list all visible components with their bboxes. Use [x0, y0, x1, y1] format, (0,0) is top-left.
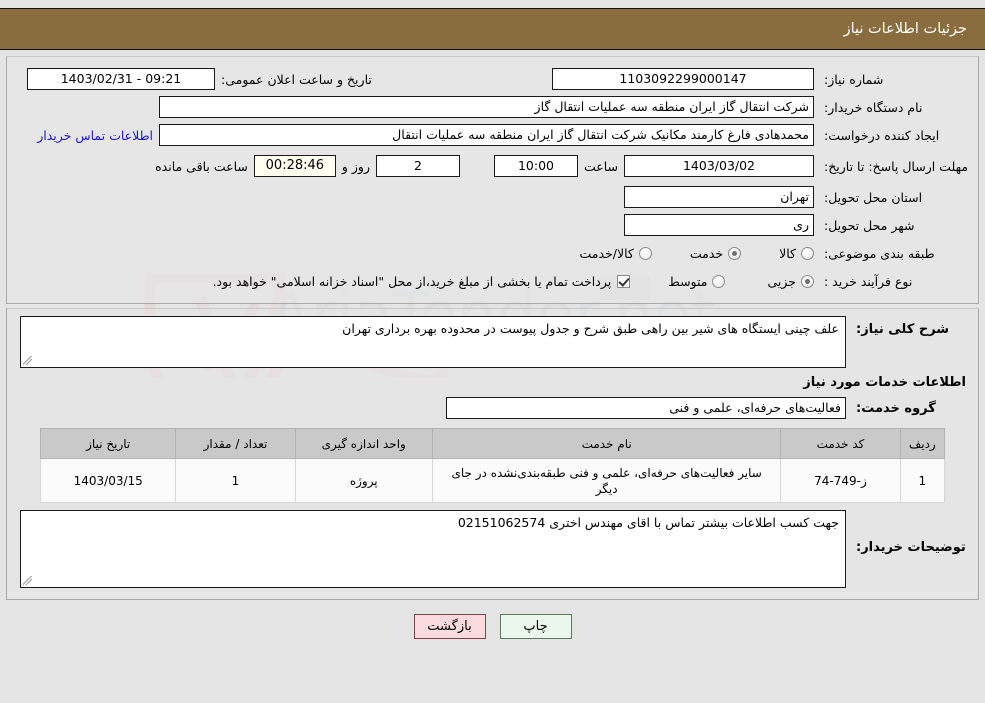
- row-deadline: مهلت ارسال پاسخ: تا تاریخ: 1403/03/02 سا…: [15, 149, 970, 183]
- page-header: جزئیات اطلاعات نیاز: [0, 8, 985, 50]
- radio-khedmat-icon[interactable]: [728, 246, 742, 260]
- cell-code: ز-749-74: [780, 458, 901, 503]
- col-unit: واحد اندازه گیری: [294, 428, 433, 459]
- deadline-label: مهلت ارسال پاسخ: تا تاریخ:: [824, 158, 969, 174]
- row-buyer-notes: توضیحات خریدار: جهت کسب اطلاعات بیشتر تم…: [15, 509, 970, 591]
- radio-kala-khedmat-icon[interactable]: [638, 246, 652, 260]
- cell-name: سایر فعالیت‌های حرفه‌ای، علمی و فنی طبقه…: [431, 458, 782, 503]
- requester-value: محمدهادی فارغ کارمند مکانیک شرکت انتقال …: [159, 124, 814, 146]
- description-label: شرح کلی نیاز:: [856, 322, 950, 337]
- buyer-org-label: نام دستگاه خریدار:: [824, 99, 923, 115]
- row-description: شرح کلی نیاز: علف چینی ایستگاه های شیر ب…: [15, 315, 970, 369]
- buyer-notes-label: توضیحات خریدار:: [856, 540, 966, 555]
- buyer-contact-link[interactable]: اطلاعات تماس خریدار: [37, 128, 153, 143]
- radio-motavaset-icon[interactable]: [712, 274, 726, 288]
- deadline-hour: 10:00: [493, 155, 578, 177]
- category-option-kala-khedmat[interactable]: کالا/خدمت: [579, 245, 652, 261]
- category-option-kala-khedmat-label: کالا/خدمت: [579, 245, 634, 261]
- row-category: طبقه بندی موضوعی: کالا خدمت کالا/خدمت: [15, 239, 970, 267]
- service-group-value: فعالیت‌های حرفه‌ای، علمی و فنی: [446, 397, 846, 419]
- process-label: نوع فرآیند خرید :: [824, 273, 913, 289]
- category-option-khedmat-label: خدمت: [689, 245, 724, 261]
- col-radif: ردیف: [899, 428, 946, 459]
- category-option-khedmat[interactable]: خدمت: [689, 245, 742, 261]
- category-option-kala-label: کالا: [779, 245, 796, 261]
- city-label: شهر محل تحویل:: [824, 217, 915, 233]
- page-title: جزئیات اطلاعات نیاز: [843, 21, 967, 37]
- province-label: استان محل تحویل:: [824, 189, 923, 205]
- page-root: AriaTender.net جزئیات اطلاعات نیاز شماره…: [0, 8, 985, 703]
- print-button[interactable]: چاپ: [499, 614, 572, 639]
- process-option-motavaset-label: متوسط: [668, 273, 708, 289]
- category-option-kala[interactable]: کالا: [779, 246, 814, 261]
- row-province: استان محل تحویل: تهران: [15, 183, 970, 211]
- col-qty: تعداد / مقدار: [175, 428, 296, 459]
- announce-label: تاریخ و ساعت اعلان عمومی:: [221, 71, 372, 87]
- radio-kala-icon[interactable]: [801, 246, 814, 260]
- services-table: ردیف کد خدمت نام خدمت واحد اندازه گیری ت…: [39, 428, 946, 503]
- treasury-checkbox[interactable]: [617, 274, 631, 288]
- category-label: طبقه بندی موضوعی:: [824, 245, 935, 261]
- requester-label: ایجاد کننده درخواست:: [824, 127, 940, 143]
- process-option-motavaset[interactable]: متوسط: [668, 273, 726, 289]
- cell-date: 1403/03/15: [39, 458, 177, 503]
- row-buyer-org: نام دستگاه خریدار: شرکت انتقال گاز ایران…: [15, 93, 970, 121]
- back-button[interactable]: بازگشت: [413, 614, 486, 639]
- table-row: 1 ز-749-74 سایر فعالیت‌های حرفه‌ای، علمی…: [39, 458, 946, 503]
- cell-radif: 1: [899, 458, 946, 503]
- treasury-note: پرداخت تمام یا بخشی از مبلغ خرید،از محل …: [212, 273, 612, 289]
- row-process-type: نوع فرآیند خرید : جزیی متوسط پرداخت تمام…: [15, 267, 970, 295]
- need-number-label: شماره نیاز:: [824, 71, 884, 87]
- remaining-days: 2: [375, 155, 460, 177]
- buyer-org-value: شرکت انتقال گاز ایران منطقه سه عملیات ان…: [159, 96, 814, 118]
- service-group-label: گروه خدمت:: [856, 400, 936, 416]
- row-requester: ایجاد کننده درخواست: محمدهادی فارغ کارمن…: [15, 121, 970, 149]
- col-name: نام خدمت: [431, 428, 782, 459]
- table-header-row: ردیف کد خدمت نام خدمت واحد اندازه گیری ت…: [39, 428, 946, 459]
- cell-qty: 1: [175, 458, 296, 503]
- remaining-days-label: روز و: [341, 158, 370, 174]
- need-number-value: 1103092299000147: [552, 68, 814, 90]
- buyer-notes-textarea[interactable]: جهت کسب اطلاعات بیشتر تماس با اقای مهندس…: [20, 510, 846, 588]
- details-panel: شرح کلی نیاز: علف چینی ایستگاه های شیر ب…: [6, 308, 979, 600]
- process-option-jozei-label: جزیی: [767, 273, 796, 289]
- need-info-panel: شماره نیاز: 1103092299000147 تاریخ و ساع…: [6, 56, 979, 304]
- cell-unit: پروژه: [294, 458, 433, 503]
- row-city: شهر محل تحویل: ری: [15, 211, 970, 239]
- row-need-number: شماره نیاز: 1103092299000147 تاریخ و ساع…: [15, 65, 970, 93]
- footer-actions: چاپ بازگشت: [0, 614, 985, 639]
- col-code: کد خدمت: [780, 428, 901, 459]
- description-textarea[interactable]: علف چینی ایستگاه های شیر بین راهی طبق شر…: [20, 316, 846, 368]
- process-option-jozei[interactable]: جزیی: [767, 274, 814, 289]
- remaining-timer: 00:28:46: [253, 155, 336, 177]
- province-value: تهران: [624, 186, 814, 208]
- remaining-timer-label: ساعت باقی مانده: [155, 158, 248, 174]
- city-value: ری: [624, 214, 814, 236]
- announce-value: 09:21 - 1403/02/31: [27, 68, 215, 90]
- deadline-hour-label: ساعت: [583, 158, 618, 174]
- row-service-group: گروه خدمت: فعالیت‌های حرفه‌ای، علمی و فن…: [15, 394, 970, 422]
- services-section-title: اطلاعات خدمات مورد نیاز: [803, 375, 966, 390]
- deadline-date: 1403/03/02: [624, 155, 814, 177]
- radio-jozei-icon[interactable]: [801, 274, 814, 288]
- col-date: تاریخ نیاز: [39, 428, 177, 459]
